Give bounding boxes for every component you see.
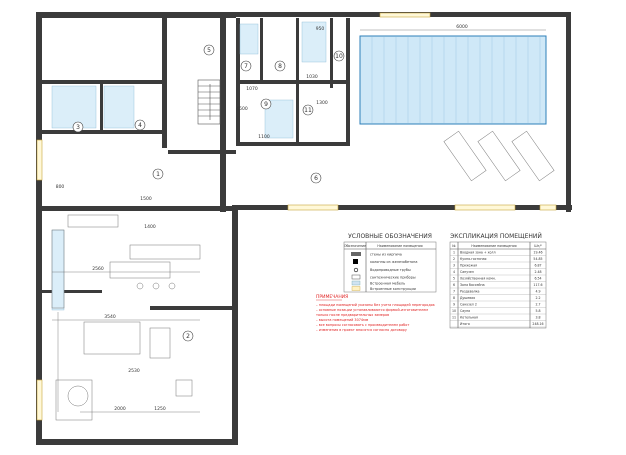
explication-cell-number: 8 (453, 296, 455, 300)
explication-cell-name: Прихожая (460, 264, 477, 268)
explication-cell-area: 2.7 (535, 303, 540, 307)
water-pipe-swatch (353, 267, 359, 273)
legend-item: Встроенные конструкции (370, 287, 416, 291)
explication-cell-name: Кухня-гостиная (460, 257, 487, 261)
legend-item: сантехнические приборы (370, 276, 416, 280)
explication-cell-number: 1 (453, 251, 455, 255)
dimension-label: 1030 (306, 74, 318, 80)
explication-cell-name: Хозяйственная комн. (460, 277, 496, 281)
room-number-5: 5 (207, 47, 211, 54)
explication-header: Шт/² (534, 244, 542, 248)
built-in-structure-swatch (351, 286, 361, 291)
explication-cell-name: Раздевалка (460, 290, 480, 294)
kitchen-furniture (51, 214, 201, 421)
explication-cell-name: Душевая (460, 296, 475, 300)
explication-cell-area: 3.8 (535, 316, 540, 320)
explication-cell-area: 248.16 (532, 322, 543, 326)
explication-cell-area: 54.85 (533, 257, 542, 261)
sun-loungers (443, 130, 555, 182)
explication-table: ЭКСПЛИКАЦИЯ ПОМЕЩЕНИЙ № Наименование пом… (449, 233, 547, 329)
dimension-label: 800 (56, 184, 65, 190)
concrete-column-swatch (353, 259, 358, 264)
note-line: – изменения в проект вносятся согласно д… (316, 328, 407, 332)
note-line: только после предварительных замеров (316, 313, 389, 317)
explication-cell-number: 5 (453, 277, 455, 281)
notes: ПРИМЕЧАНИЯ – площади помещений указаны б… (316, 294, 435, 332)
explication-cell-area: 2.48 (534, 270, 541, 274)
notes-title: ПРИМЕЧАНИЯ (316, 294, 348, 300)
room-number-11: 11 (304, 107, 312, 114)
note-line: – основные позиции устанавливаются фирмо… (316, 308, 428, 312)
room-number-6: 6 (314, 175, 318, 182)
explication-cell-area: 19.46 (533, 251, 542, 255)
explication-header: № (452, 244, 456, 248)
room-number-8: 8 (278, 63, 282, 70)
explication-cell-number: 4 (453, 270, 455, 274)
notes-lines: – площади помещений указаны без учета пл… (316, 303, 435, 332)
dimension-label: 1500 (140, 196, 152, 202)
dimension-label: 1400 (144, 224, 156, 230)
explication-cell-number: 6 (453, 283, 455, 287)
dimension-label: 1100 (258, 134, 270, 140)
explication-cell-area: 6.87 (534, 264, 541, 268)
room-number-7: 7 (244, 63, 248, 70)
explication-cell-name: Зона бассейна (460, 283, 485, 287)
plumbing-fixture-swatch (351, 274, 361, 280)
floor-plan-svg: 1 2 3 4 5 6 7 8 9 10 11 6000 2560 3540 2… (36, 12, 572, 445)
explication-cell-name: Котельная (460, 316, 478, 320)
explication-cell-area: 5.8 (535, 309, 540, 313)
legend: УСЛОВНЫЕ ОБОЗНАЧЕНИЯ Обозначение Наимено… (343, 233, 437, 293)
dimension-label: 1300 (316, 100, 328, 106)
explication-title: ЭКСПЛИКАЦИЯ ПОМЕЩЕНИЙ (450, 233, 542, 240)
legend-item: колонны из железобетона (370, 260, 417, 264)
dimension-label: 2000 (114, 406, 126, 412)
explication-cell-area: 6.54 (534, 277, 541, 281)
note-line: – площади помещений указаны без учета пл… (316, 303, 435, 307)
note-line: – все вопросы согласовать с производител… (316, 323, 409, 327)
explication-cell-name: Сауна (460, 309, 470, 313)
legend-item: стены из кирпича (370, 253, 402, 257)
explication-cell-number: 7 (453, 290, 455, 294)
explication-cell-name: Санузел 2 (460, 303, 477, 307)
dimension-label: 1250 (154, 406, 166, 412)
explication-cell-name: Входная зона + холл (460, 251, 496, 255)
brick-wall-swatch (351, 252, 361, 256)
dimension-label: 1070 (246, 86, 258, 92)
note-line: – высота помещений 3074мм (316, 318, 369, 322)
explication-cell-name: Итого (460, 322, 470, 326)
floor-plan-drawing: 1 2 3 4 5 6 7 8 9 10 11 6000 2560 3540 2… (0, 0, 626, 455)
dimension-label: 2530 (128, 368, 140, 374)
explication-cell-area: 2.2 (535, 296, 540, 300)
built-in-furniture-swatch (351, 280, 361, 286)
room-number-4: 4 (138, 122, 142, 129)
room-number-10: 10 (335, 53, 343, 60)
dimension-label: 4500 (236, 106, 248, 112)
pool (359, 35, 547, 125)
explication-cell-area: 117.6 (533, 283, 542, 287)
room-number-9: 9 (264, 101, 268, 108)
legend-header-name: Наименование помещения (377, 244, 422, 248)
dimension-label: 2560 (92, 266, 104, 272)
legend-item: Водопроводные трубы (370, 268, 411, 272)
explication-cell-number: 11 (452, 316, 456, 320)
room-number-2: 2 (186, 333, 190, 340)
explication-cell-area: 4.9 (535, 290, 540, 294)
explication-cell-number: 9 (453, 303, 455, 307)
explication-cell-number: 3 (453, 264, 455, 268)
legend-header-symbol: Обозначение (344, 244, 366, 248)
explication-header: Наименование помещения (471, 244, 516, 248)
legend-item: Встроенная мебель (370, 282, 405, 286)
explication-cell-number: 10 (452, 309, 456, 313)
room-number-1: 1 (156, 171, 160, 178)
room-number-3: 3 (76, 124, 80, 131)
explication-rows: 1 Входная зона + холл 19.46 2 Кухня-гостиная… (450, 251, 546, 328)
staircase (197, 79, 221, 125)
dimension-label: 3540 (104, 314, 116, 320)
explication-cell-name: Санузел (460, 270, 474, 274)
dimension-label: 6000 (456, 24, 468, 30)
legend-title: УСЛОВНЫЕ ОБОЗНАЧЕНИЯ (348, 233, 432, 240)
dimension-label: 950 (316, 26, 325, 32)
explication-cell-number: 2 (453, 257, 455, 261)
